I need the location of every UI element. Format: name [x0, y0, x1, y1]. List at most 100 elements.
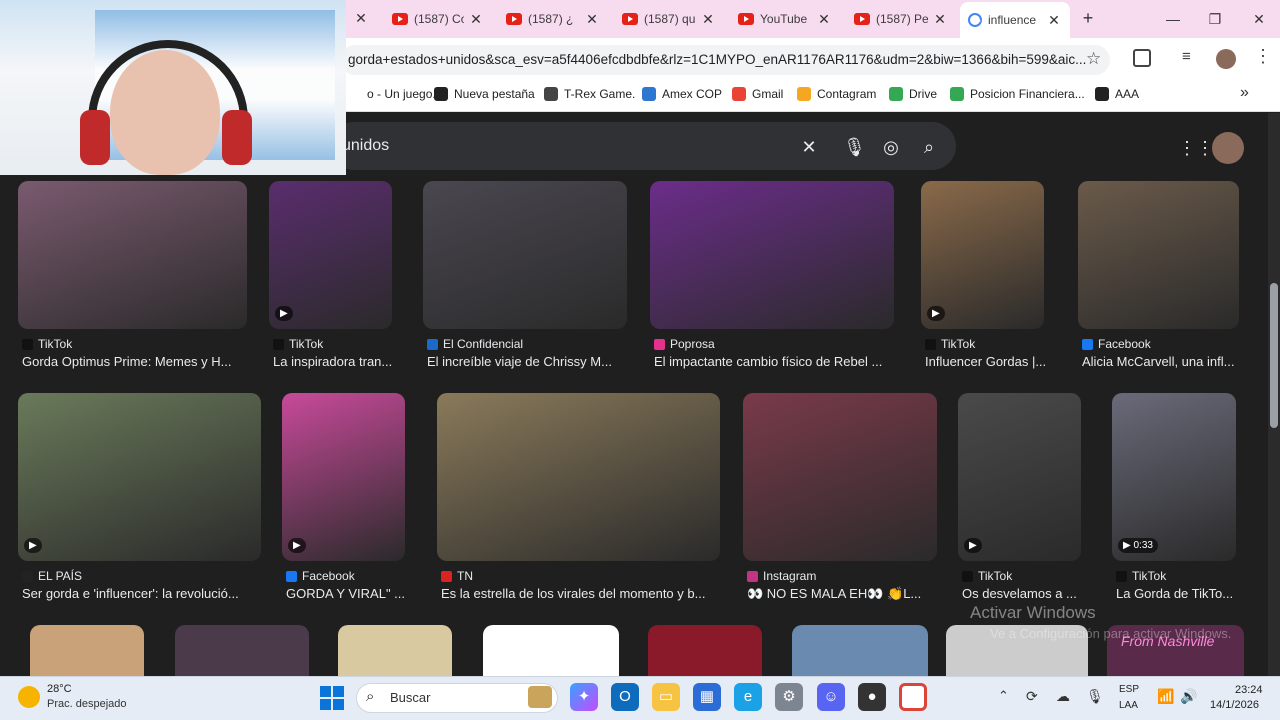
result-thumbnail[interactable] [1078, 181, 1239, 329]
bookmark-item[interactable]: Amex COP [642, 87, 722, 101]
result-thumbnail[interactable] [648, 625, 762, 676]
bookmark-star-icon[interactable]: ☆ [1086, 49, 1101, 69]
result-caption[interactable]: Os desvelamos a ... [962, 586, 1077, 601]
clock-date[interactable]: 14/1/2026 [1210, 699, 1259, 711]
tab[interactable]: YouTube ✕ [730, 4, 840, 34]
result-caption[interactable]: Gorda Optimus Prime: Memes y H... [22, 354, 232, 369]
tab[interactable]: (1587) Co ✕ [384, 4, 492, 34]
result-source[interactable]: Facebook [1082, 337, 1151, 351]
address-bar[interactable]: gorda+estados+unidos&sca_esv=a5f4406efcd… [340, 45, 1110, 75]
edge-icon[interactable]: e [734, 683, 762, 711]
close-tab-icon[interactable]: ✕ [700, 11, 716, 28]
result-thumbnail[interactable] [650, 181, 894, 329]
result-thumbnail[interactable] [423, 181, 627, 329]
sync-icon[interactable]: ⟳ [1026, 688, 1038, 705]
clear-icon[interactable]: ✕ [798, 136, 820, 158]
search-icon[interactable]: ⌕ [918, 136, 940, 158]
result-thumbnail[interactable] [483, 625, 619, 676]
result-thumbnail[interactable] [30, 625, 144, 676]
result-thumbnail[interactable] [792, 625, 928, 676]
weather-temp[interactable]: 28°C [47, 683, 72, 695]
result-caption[interactable]: El impactante cambio físico de Rebel ... [654, 354, 882, 369]
result-thumbnail[interactable]: ▶ [921, 181, 1044, 329]
bookmark-item[interactable]: AAA [1095, 87, 1139, 101]
result-thumbnail[interactable]: ▶ [269, 181, 392, 329]
result-source[interactable]: Facebook [286, 569, 355, 583]
result-caption[interactable]: La inspiradora tran... [273, 354, 392, 369]
search-query[interactable]: unidos [342, 137, 389, 155]
wifi-icon[interactable]: 📶 [1157, 688, 1174, 705]
result-caption[interactable]: Influencer Gordas |... [925, 354, 1046, 369]
result-source[interactable]: EL PAÍS [22, 569, 82, 583]
result-caption[interactable]: Es la estrella de los virales del moment… [441, 586, 705, 601]
result-source[interactable]: TikTok [273, 337, 323, 351]
result-caption[interactable]: El increíble viaje de Chrissy M... [427, 354, 612, 369]
result-source[interactable]: El Confidencial [427, 337, 523, 351]
result-thumbnail[interactable]: ▶ 0:33 [1112, 393, 1236, 561]
result-thumbnail[interactable]: ▶ [282, 393, 405, 561]
start-button[interactable] [320, 686, 344, 710]
result-source[interactable]: TikTok [925, 337, 975, 351]
lang-bottom[interactable]: LAA [1119, 700, 1138, 711]
bookmark-item[interactable]: Nueva pestaña [434, 87, 535, 101]
result-thumbnail[interactable] [743, 393, 937, 561]
tab-close-icon[interactable]: ✕ [346, 10, 376, 27]
result-caption[interactable]: 👀 NO ES MALA EH👀 👏L... [747, 586, 921, 602]
bookmark-item[interactable]: o - Un juego... [347, 87, 442, 101]
result-caption[interactable]: GORDA Y VIRAL" ... [286, 586, 405, 601]
result-caption[interactable]: La Gorda de TikTo... [1116, 586, 1233, 601]
lang-top[interactable]: ESP [1119, 684, 1139, 695]
media-control-icon[interactable]: ≡ [1182, 48, 1191, 65]
copilot-icon[interactable]: ✦ [570, 683, 598, 711]
result-source[interactable]: TN [441, 569, 473, 583]
tab[interactable]: (1587) ¿ ✕ [498, 4, 608, 34]
close-window-icon[interactable]: ✕ [1244, 8, 1274, 30]
result-caption[interactable]: Ser gorda e 'influencer': la revolució..… [22, 586, 239, 601]
tab[interactable]: (1587) qu ✕ [614, 4, 724, 34]
volume-icon[interactable]: 🔊 [1180, 688, 1197, 705]
discord-icon[interactable]: ☺ [817, 683, 845, 711]
tab[interactable]: (1587) Pe ✕ [846, 4, 956, 34]
cloud-icon[interactable]: ☁ [1056, 688, 1070, 705]
app-icon[interactable]: ● [858, 683, 886, 711]
settings-icon[interactable]: ⚙ [775, 683, 803, 711]
result-thumbnail[interactable] [175, 625, 309, 676]
close-tab-icon[interactable]: ✕ [584, 11, 600, 28]
store-icon[interactable]: ▦ [693, 683, 721, 711]
result-source[interactable]: Poprosa [654, 337, 715, 351]
bookmark-item[interactable]: T-Rex Game. [544, 87, 635, 101]
profile-avatar[interactable] [1216, 49, 1236, 69]
close-tab-icon[interactable]: ✕ [932, 11, 948, 28]
clock-time[interactable]: 23:24 [1235, 684, 1263, 696]
result-source[interactable]: TikTok [962, 569, 1012, 583]
close-tab-icon[interactable]: ✕ [816, 11, 832, 28]
result-thumbnail[interactable]: ▶ [18, 393, 261, 561]
bookmark-item[interactable]: Drive [889, 87, 937, 101]
result-caption[interactable]: Alicia McCarvell, una infl... [1082, 354, 1234, 369]
menu-icon[interactable]: ⋮ [1254, 46, 1272, 67]
weather-desc[interactable]: Prac. despejado [47, 698, 127, 710]
more-bookmarks-icon[interactable]: » [1240, 84, 1249, 102]
maximize-icon[interactable]: ❐ [1200, 8, 1230, 30]
scrollbar-thumb[interactable] [1270, 283, 1278, 428]
result-source[interactable]: TikTok [1116, 569, 1166, 583]
bookmark-item[interactable]: Contagram [797, 87, 876, 101]
result-source[interactable]: TikTok [22, 337, 72, 351]
outlook-icon[interactable]: O [611, 683, 639, 711]
bookmark-item[interactable]: Posicion Financiera... [950, 87, 1085, 101]
lens-icon[interactable]: ◎ [880, 136, 902, 158]
minimize-icon[interactable]: — [1158, 8, 1188, 30]
result-thumbnail[interactable] [18, 181, 247, 329]
result-thumbnail[interactable] [437, 393, 720, 561]
close-tab-icon[interactable]: ✕ [468, 11, 484, 28]
result-source[interactable]: Instagram [747, 569, 816, 583]
tray-overflow-icon[interactable]: ⌃ [998, 688, 1009, 704]
microphone-icon[interactable]: 🎙 [843, 136, 866, 158]
weather-icon[interactable] [18, 686, 40, 708]
mic-tray-icon[interactable]: 🎙 [1086, 688, 1104, 705]
tab[interactable]: influence ✕ [960, 2, 1070, 38]
close-tab-icon[interactable]: ✕ [1046, 12, 1062, 29]
result-thumbnail[interactable]: ▶ [958, 393, 1081, 561]
extensions-icon[interactable] [1133, 49, 1151, 67]
file-explorer-icon[interactable]: ▭ [652, 683, 680, 711]
